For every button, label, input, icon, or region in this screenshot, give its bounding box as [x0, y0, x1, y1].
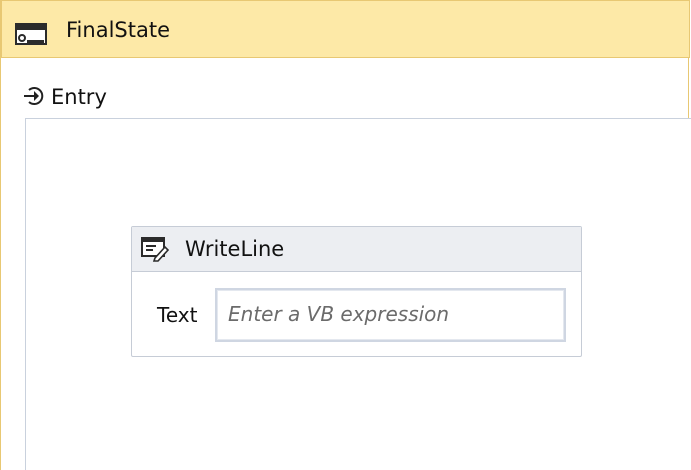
activity-header[interactable]: WriteLine — [132, 227, 581, 272]
writeline-activity[interactable]: WriteLine Text Enter a VB expression — [131, 226, 582, 357]
final-state-container[interactable]: FinalState Entry WriteLine Text Enter a … — [0, 0, 691, 470]
text-expression-placeholder: Enter a VB expression — [228, 302, 450, 326]
state-title: FinalState — [66, 18, 170, 42]
text-property-label: Text — [157, 303, 198, 327]
entry-arrow-icon — [24, 87, 44, 105]
text-expression-input[interactable]: Enter a VB expression — [215, 288, 566, 342]
activity-title: WriteLine — [185, 237, 285, 261]
state-icon — [15, 23, 47, 45]
entry-label: Entry — [51, 85, 107, 109]
writeline-icon — [141, 237, 169, 262]
state-header[interactable]: FinalState — [1, 0, 690, 58]
